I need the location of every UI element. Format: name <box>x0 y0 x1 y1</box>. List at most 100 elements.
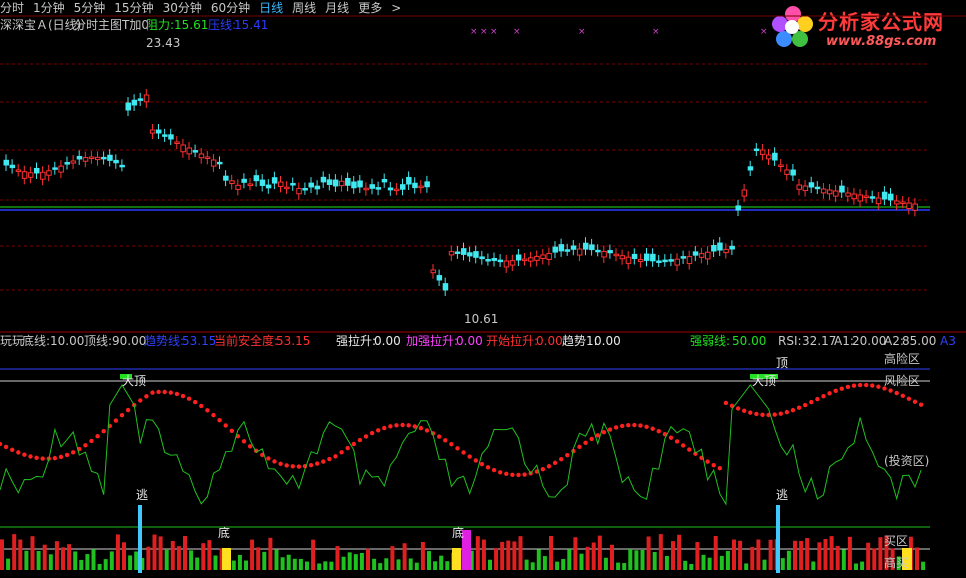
big-top-tag-2: 大顶 <box>752 374 777 388</box>
histogram-bar <box>366 548 370 570</box>
trend-dot <box>748 410 753 415</box>
trend-dot <box>58 454 64 460</box>
trend-dot <box>272 459 277 464</box>
trend-dot <box>772 412 777 417</box>
buy-zone-label: 买区 <box>884 534 909 548</box>
price-candle <box>387 187 394 191</box>
strength-value: 50.00 <box>732 334 767 348</box>
trend-dot <box>34 455 39 461</box>
price-candle <box>552 246 558 253</box>
price-candle <box>259 179 266 186</box>
trend-dot <box>10 447 15 452</box>
price-candle <box>381 178 388 183</box>
histogram-bar <box>24 550 29 570</box>
top-marker: × <box>513 27 521 37</box>
price-candle <box>625 256 632 264</box>
histogram-bar <box>359 552 364 570</box>
histogram-bar <box>305 561 309 570</box>
histogram-bar <box>799 540 804 570</box>
histogram-bar <box>488 559 492 570</box>
trend-dot <box>711 462 716 468</box>
trend-dot <box>339 450 344 455</box>
trend-dot <box>168 390 173 395</box>
trend-dot <box>888 388 893 393</box>
low-price-label: 10.61 <box>464 312 499 326</box>
resistance-label: 阻力: <box>146 18 175 32</box>
trend-dot <box>193 399 198 405</box>
trend-dot <box>424 428 430 433</box>
price-candle <box>686 256 693 265</box>
price-candle <box>320 176 327 183</box>
price-candle <box>528 257 534 262</box>
trend-dot <box>815 396 820 402</box>
price-candle <box>229 180 235 185</box>
price-candle <box>3 159 9 166</box>
histogram-bar <box>835 545 840 570</box>
price-candle <box>680 256 687 259</box>
histogram-bar <box>439 555 444 570</box>
trend-dot <box>71 450 76 455</box>
trend-dot <box>735 406 741 411</box>
price-candle <box>58 165 64 173</box>
histogram-bar <box>768 539 773 570</box>
histogram-bar <box>195 557 200 570</box>
indicator-name: 分时主图T加0 <box>74 18 149 32</box>
trend-dot <box>101 428 106 434</box>
histogram-bar <box>311 539 316 570</box>
histogram-bar <box>256 547 261 570</box>
top-marker: × <box>470 27 478 37</box>
price-candle <box>21 171 28 179</box>
histogram-bar <box>555 561 560 570</box>
histogram-bar <box>732 539 736 570</box>
trend-dot <box>278 461 283 466</box>
trend-dot <box>516 472 521 478</box>
trend-dot <box>644 424 649 430</box>
histogram-bar <box>445 561 450 570</box>
histogram-bar <box>677 534 682 570</box>
price-candle <box>644 253 650 261</box>
histogram-bar <box>244 560 248 570</box>
top-tag: 顶 <box>776 356 789 370</box>
price-candle <box>375 187 382 190</box>
price-candle <box>888 193 894 201</box>
price-candle <box>369 184 375 189</box>
histogram-bar <box>707 557 712 570</box>
price-candle <box>174 141 180 144</box>
price-candle <box>656 260 662 263</box>
trend-dot <box>3 444 9 450</box>
trend-dot <box>754 411 759 417</box>
price-candle <box>137 98 144 101</box>
price-candle <box>204 156 211 159</box>
price-candle <box>863 195 870 198</box>
trend-dot <box>650 426 655 431</box>
price-candle <box>461 248 467 255</box>
price-candle <box>308 182 314 188</box>
histogram-bar <box>146 546 151 570</box>
safety-value: 53.15 <box>276 334 311 348</box>
price-candle <box>296 188 302 195</box>
price-candle <box>857 194 863 202</box>
trend-dot <box>308 462 314 468</box>
rsi-value: 32.17 <box>802 334 837 348</box>
histogram-bar <box>719 555 724 570</box>
histogram-bar <box>646 536 651 570</box>
histogram-bar <box>201 543 206 570</box>
histogram-bar <box>18 539 23 570</box>
histogram-bar <box>408 558 413 570</box>
histogram-bar <box>542 556 547 570</box>
histogram-bar <box>866 542 871 570</box>
trend-dot <box>113 418 119 423</box>
trend-dot <box>742 408 747 413</box>
price-candle <box>76 155 83 160</box>
trend-dot <box>583 440 588 446</box>
price-candle <box>717 242 723 251</box>
trend-dot <box>906 396 912 401</box>
trend-dot <box>607 427 613 432</box>
histogram-bar <box>634 550 639 570</box>
price-candle <box>546 252 552 260</box>
trend-dot <box>369 430 375 436</box>
price-candle <box>284 186 290 190</box>
add-pull-up-value: 0.00 <box>456 334 483 348</box>
price-candle <box>442 283 449 291</box>
trend-dot <box>687 447 692 452</box>
